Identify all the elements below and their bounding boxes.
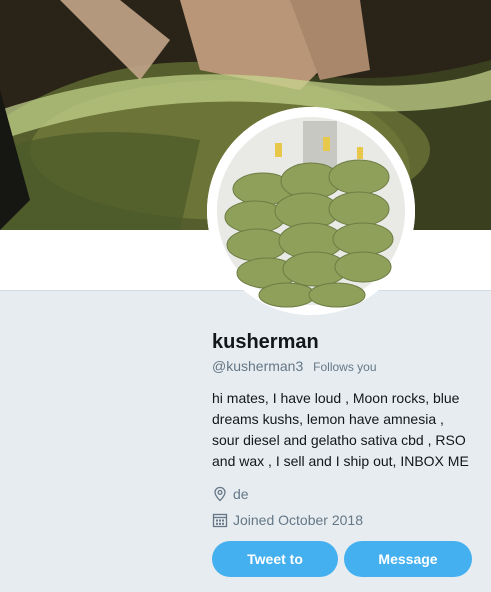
location-text: de [233, 486, 249, 502]
profile-info: kusherman @kusherman3 Follows you hi mat… [212, 330, 482, 529]
handle-row: @kusherman3 Follows you [212, 357, 482, 376]
follows-you-badge: Follows you [313, 360, 377, 374]
calendar-icon [212, 513, 228, 528]
avatar-image [207, 107, 415, 315]
avatar[interactable] [207, 107, 415, 315]
profile-handle[interactable]: @kusherman3 [212, 358, 303, 374]
location-pin-icon [214, 486, 226, 502]
profile-joined: Joined October 2018 [212, 511, 482, 529]
joined-text: Joined October 2018 [233, 512, 363, 528]
profile-bio: hi mates, I have loud , Moon rocks, blue… [212, 390, 469, 469]
profile-location: de [212, 485, 482, 503]
profile-name[interactable]: kusherman [212, 330, 482, 354]
message-button[interactable]: Message [344, 541, 472, 577]
tweet-to-button[interactable]: Tweet to [212, 541, 338, 577]
